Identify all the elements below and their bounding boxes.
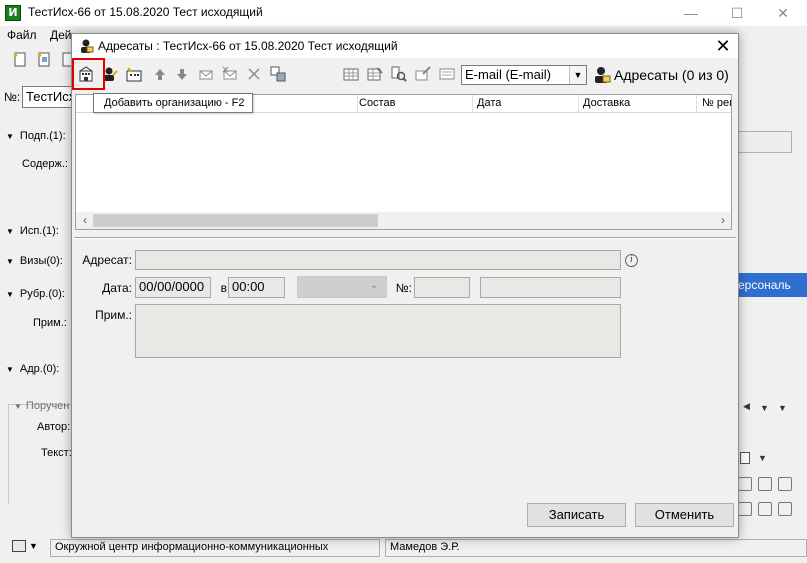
divider xyxy=(74,237,736,239)
chevron-down-icon[interactable]: ▼ xyxy=(760,403,769,413)
tool-icon[interactable] xyxy=(758,477,772,491)
chevron-down-icon[interactable]: ▼ xyxy=(29,541,38,551)
scroll-thumb[interactable] xyxy=(93,214,378,227)
section-visas[interactable]: ▼ Визы(0): xyxy=(6,255,63,267)
horizontal-scrollbar[interactable]: ‹ › xyxy=(76,212,731,229)
cancel-button[interactable]: Отменить xyxy=(635,503,734,527)
section-executors[interactable]: ▼ Исп.(1): xyxy=(6,225,59,237)
content-label: Содерж.: xyxy=(22,158,68,170)
number-field[interactable]: ТестИсх xyxy=(22,86,77,108)
arrow-up-icon[interactable] xyxy=(152,66,168,82)
section-addressees[interactable]: ▼ Адр.(0): xyxy=(6,363,59,375)
addressees-icon xyxy=(78,38,94,54)
number-label: №: xyxy=(4,90,21,104)
arrow-down-icon[interactable] xyxy=(174,66,190,82)
maximize-button[interactable]: ☐ xyxy=(714,0,760,26)
close-icon[interactable]: ✕ xyxy=(760,0,806,26)
new-doc-icon[interactable] xyxy=(12,51,28,67)
time-field[interactable]: 00:00 xyxy=(228,277,285,298)
number-field[interactable] xyxy=(414,277,470,298)
extra-field[interactable] xyxy=(480,277,621,298)
app-icon: И xyxy=(5,5,21,21)
author-label: Автор: xyxy=(37,421,71,433)
minimize-button[interactable]: — xyxy=(668,0,714,26)
edit-note-icon[interactable] xyxy=(415,66,431,82)
scroll-right-icon[interactable]: › xyxy=(716,212,730,229)
menu-actions[interactable]: Дей xyxy=(50,28,72,42)
envelope-icon[interactable] xyxy=(198,66,214,82)
column-composition[interactable]: Состав xyxy=(359,97,395,109)
chevron-down-icon: ⌄ xyxy=(370,280,379,291)
grid-edit-icon[interactable] xyxy=(367,66,383,82)
add-group-icon[interactable] xyxy=(126,66,142,82)
chevron-down-icon: ▼ xyxy=(6,227,14,236)
chevron-left-icon[interactable]: ◀ xyxy=(743,401,750,412)
dialog-title: Адресаты : ТестИсх-66 от 15.08.2020 Тест… xyxy=(98,39,398,53)
addressees-icon xyxy=(593,66,611,84)
form-icon[interactable] xyxy=(439,66,455,82)
add-organization-icon[interactable] xyxy=(78,66,94,82)
selected-list-item[interactable]: ерсональ xyxy=(738,273,807,297)
chevron-down-icon[interactable]: ▼ xyxy=(569,66,586,84)
tooltip: Добавить организацию - F2 xyxy=(93,93,253,113)
search-icon[interactable] xyxy=(391,66,407,82)
background-window-title: ТестИсх-66 от 15.08.2020 Тест исходящий xyxy=(28,5,263,19)
delivery-type-select[interactable]: E-mail (E-mail) ▼ xyxy=(461,65,587,85)
text-label: Текст: xyxy=(41,447,72,459)
menu-file[interactable]: Файл xyxy=(7,28,37,42)
right-field[interactable] xyxy=(738,131,792,153)
note-field[interactable] xyxy=(135,304,621,358)
windows-icon[interactable] xyxy=(12,540,26,552)
document-icon[interactable] xyxy=(740,452,750,464)
section-signers[interactable]: ▼ Подп.(1): xyxy=(6,130,66,142)
new-doc-copy-icon[interactable] xyxy=(36,51,52,67)
chevron-down-icon[interactable]: ▼ xyxy=(778,403,787,413)
status-user: Мамедов Э.Р. xyxy=(385,539,807,557)
chevron-down-icon: ▼ xyxy=(6,290,14,299)
number-label: №: xyxy=(395,281,412,295)
delivery-type-value: E-mail (E-mail) xyxy=(465,67,551,82)
tool-icon[interactable] xyxy=(758,502,772,516)
tool-icon[interactable] xyxy=(778,477,792,491)
addressees-grid[interactable]: Состав Дата Доставка № рег ‹ › xyxy=(75,94,732,230)
column-delivery[interactable]: Доставка xyxy=(583,97,630,109)
dialog-close-button[interactable]: ✕ xyxy=(710,35,736,57)
chevron-down-icon: ▼ xyxy=(6,132,14,141)
status-organization: Окружной центр информационно-коммуникаци… xyxy=(50,539,380,557)
chevron-down-icon[interactable]: ▼ xyxy=(758,453,767,463)
addressees-count: Адресаты (0 из 0) xyxy=(614,67,729,83)
note-label: Прим.: xyxy=(95,308,132,322)
addressee-label: Адресат: xyxy=(82,253,132,267)
chevron-down-icon: ▼ xyxy=(14,402,22,411)
section-rubrics[interactable]: ▼ Рубр.(0): xyxy=(6,288,65,300)
tool-icon[interactable] xyxy=(738,477,752,491)
save-button[interactable]: Записать xyxy=(527,503,626,527)
copy-icon[interactable] xyxy=(270,66,286,82)
chevron-down-icon: ▼ xyxy=(6,257,14,266)
envelope-remove-icon[interactable] xyxy=(222,66,238,82)
addressee-field[interactable] xyxy=(135,250,621,270)
date-label: Дата: xyxy=(102,281,132,295)
grid-settings-icon[interactable] xyxy=(343,66,359,82)
assignment-group[interactable]: ▼ Поручен xyxy=(14,400,69,412)
column-date[interactable]: Дата xyxy=(477,97,501,109)
scroll-left-icon[interactable]: ‹ xyxy=(78,212,92,229)
note-label-bg: Прим.: xyxy=(33,317,67,329)
column-reg-number[interactable]: № рег xyxy=(702,97,731,109)
delivery-combo[interactable]: ⌄ xyxy=(297,276,387,298)
chevron-down-icon: ▼ xyxy=(6,365,14,374)
time-at-label: в xyxy=(220,281,227,295)
tool-icon[interactable] xyxy=(738,502,752,516)
addressees-dialog: Адресаты : ТестИсх-66 от 15.08.2020 Тест… xyxy=(71,33,739,538)
date-field[interactable]: 00/00/0000 xyxy=(135,277,211,298)
tool-icon[interactable] xyxy=(778,502,792,516)
add-person-icon[interactable] xyxy=(102,66,118,82)
delete-icon[interactable] xyxy=(246,66,262,82)
info-icon[interactable]: i xyxy=(625,254,638,267)
